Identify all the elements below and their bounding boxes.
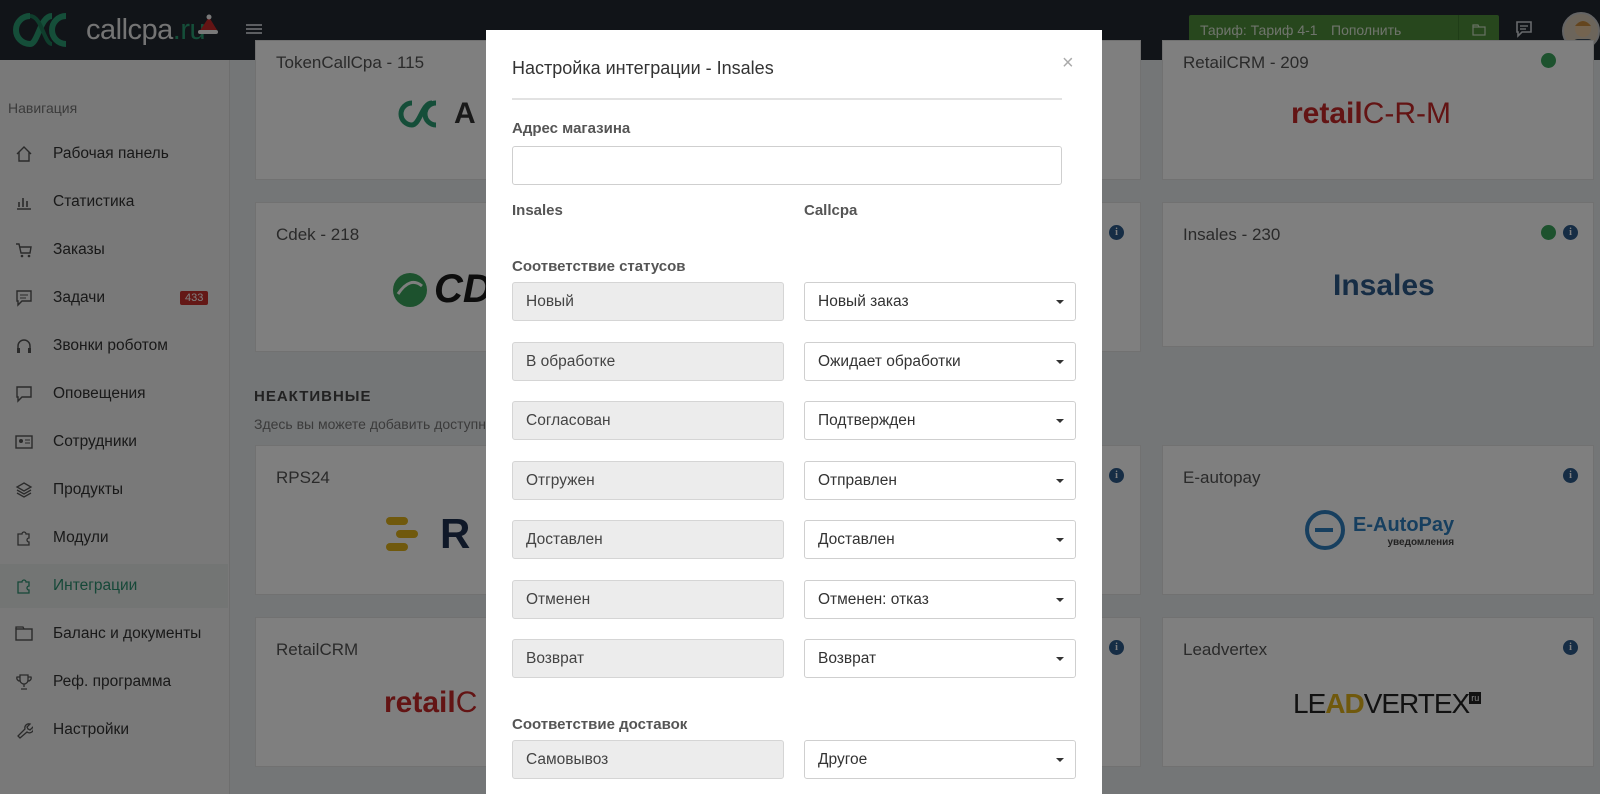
integration-settings-modal: Настройка интеграции - Insales × Адрес м… <box>486 30 1102 794</box>
close-icon[interactable]: × <box>1062 52 1074 75</box>
select-value: Возврат <box>818 650 877 667</box>
caret-down-icon <box>1056 598 1064 602</box>
modal-divider <box>512 98 1062 100</box>
column-header-insales: Insales <box>512 202 563 219</box>
caret-down-icon <box>1056 419 1064 423</box>
select-value: Ожидает обработки <box>818 353 961 370</box>
callcpa-delivery-select[interactable]: Другое <box>804 740 1076 779</box>
insales-delivery-field: Самовывоз <box>512 740 784 779</box>
column-header-callcpa: Callcpa <box>804 202 858 219</box>
callcpa-status-select[interactable]: Отменен: отказ <box>804 580 1076 619</box>
callcpa-status-select[interactable]: Ожидает обработки <box>804 342 1076 381</box>
insales-status-field: Новый <box>512 282 784 321</box>
insales-status-field: В обработке <box>512 342 784 381</box>
caret-down-icon <box>1056 300 1064 304</box>
select-value: Подтвержден <box>818 412 916 429</box>
callcpa-status-select[interactable]: Доставлен <box>804 520 1076 559</box>
status-mapping-title: Соответствие статусов <box>512 258 686 275</box>
select-value: Отправлен <box>818 472 897 489</box>
caret-down-icon <box>1056 360 1064 364</box>
insales-status-field: Возврат <box>512 639 784 678</box>
shop-address-input[interactable] <box>512 146 1062 185</box>
select-value: Отменен: отказ <box>818 591 929 608</box>
insales-status-field: Доставлен <box>512 520 784 559</box>
caret-down-icon <box>1056 479 1064 483</box>
caret-down-icon <box>1056 538 1064 542</box>
caret-down-icon <box>1056 657 1064 661</box>
insales-status-field: Отгружен <box>512 461 784 500</box>
callcpa-status-select[interactable]: Возврат <box>804 639 1076 678</box>
callcpa-status-select[interactable]: Новый заказ <box>804 282 1076 321</box>
select-value: Доставлен <box>818 531 895 548</box>
select-value: Другое <box>818 751 868 768</box>
modal-title: Настройка интеграции - Insales <box>512 58 774 78</box>
insales-status-field: Согласован <box>512 401 784 440</box>
address-label: Адрес магазина <box>512 120 631 137</box>
callcpa-status-select[interactable]: Отправлен <box>804 461 1076 500</box>
insales-status-field: Отменен <box>512 580 784 619</box>
callcpa-status-select[interactable]: Подтвержден <box>804 401 1076 440</box>
delivery-mapping-title: Соответствие доставок <box>512 716 688 733</box>
select-value: Новый заказ <box>818 293 909 310</box>
caret-down-icon <box>1056 758 1064 762</box>
